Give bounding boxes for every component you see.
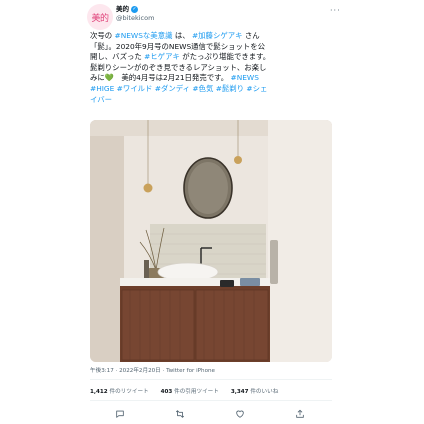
hashtag-link[interactable]: #加藤シゲアキ bbox=[192, 31, 243, 40]
tweet-timestamp[interactable]: 午後3:17 · 2022年2月20日 · Twitter for iPhone bbox=[90, 366, 215, 374]
tweet-stats: 1,412 件のリツイート 403 件の引用ツイート 3,347 件のいいね bbox=[90, 387, 278, 395]
heart-icon[interactable] bbox=[234, 408, 246, 420]
avatar-logo-text: 美的 bbox=[91, 13, 109, 24]
green-heart-icon: 💚 bbox=[104, 73, 114, 83]
hashtag-link[interactable]: #ヒゲアキ bbox=[144, 52, 180, 61]
divider bbox=[90, 400, 332, 401]
avatar[interactable]: 美的 bbox=[87, 4, 113, 30]
hashtag-link[interactable]: #NEWSな美意識 bbox=[115, 31, 173, 40]
hashtag-link[interactable]: #NEWS bbox=[228, 73, 259, 82]
divider bbox=[90, 379, 332, 380]
tweet-photo[interactable] bbox=[90, 120, 332, 362]
more-icon[interactable]: ··· bbox=[330, 6, 341, 15]
quotes-stat[interactable]: 403 件の引用ツイート bbox=[161, 387, 219, 395]
tweet-text: 次号の #NEWSな美意識 は、 #加藤シゲアキ さん 「髭」。2020年9月号… bbox=[90, 31, 334, 105]
author-name[interactable]: 美的 bbox=[116, 5, 129, 14]
bathroom-photo-illustration bbox=[90, 120, 332, 362]
share-icon[interactable] bbox=[294, 408, 306, 420]
author-block[interactable]: 美的 ✓ @bitekicom bbox=[116, 5, 154, 23]
verified-badge-icon: ✓ bbox=[131, 6, 138, 13]
hashtag-link[interactable]: イバー bbox=[90, 95, 334, 106]
retweet-icon[interactable] bbox=[174, 408, 186, 420]
likes-stat[interactable]: 3,347 件のいいね bbox=[231, 387, 278, 395]
reply-icon[interactable] bbox=[114, 408, 126, 420]
action-bar bbox=[90, 408, 332, 422]
author-handle[interactable]: @bitekicom bbox=[116, 14, 154, 23]
tweet-card: 美的 美的 ✓ @bitekicom ··· 次号の #NEWSな美意識 は、 … bbox=[0, 0, 424, 424]
hashtag-links[interactable]: #HIGE #ワイルド #ダンディ #色気 #髭剃り #シェ bbox=[90, 84, 334, 95]
retweets-stat[interactable]: 1,412 件のリツイート bbox=[90, 387, 149, 395]
